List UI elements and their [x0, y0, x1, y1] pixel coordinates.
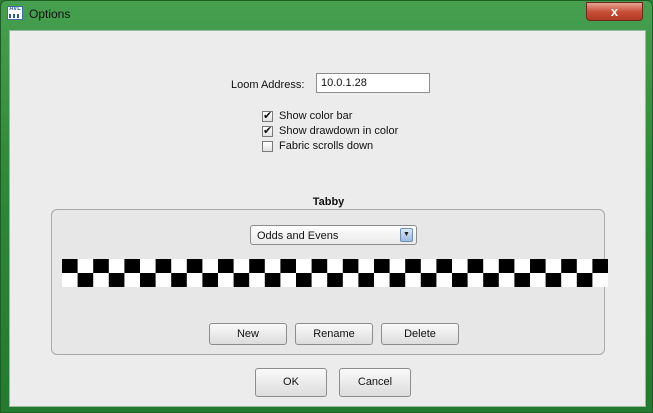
- tabby-cell: [436, 259, 452, 273]
- tabby-cell: [358, 273, 374, 287]
- fabric-scrolls-down-option[interactable]: Fabric scrolls down: [262, 139, 373, 153]
- tabby-cell: [545, 273, 562, 287]
- tabby-cell: [514, 273, 530, 287]
- tabby-cell: [108, 273, 125, 287]
- tabby-cell: [218, 259, 234, 273]
- title-bar[interactable]: AVL Options x: [1, 1, 652, 27]
- tabby-cell: [342, 259, 359, 273]
- tabby-select-value: Odds and Evens: [257, 230, 339, 242]
- app-icon: AVL: [7, 6, 23, 20]
- tabby-cell: [249, 259, 265, 273]
- tabby-cell: [311, 259, 328, 273]
- close-button[interactable]: x: [586, 2, 643, 21]
- ok-button[interactable]: OK: [255, 368, 327, 397]
- close-icon: x: [610, 4, 619, 19]
- loom-address-input[interactable]: [316, 73, 430, 93]
- show-drawdown-color-label: Show drawdown in color: [279, 125, 399, 137]
- tabby-cell: [124, 259, 140, 273]
- tabby-cell: [233, 273, 250, 287]
- tabby-cell: [155, 259, 172, 273]
- tabby-cell: [374, 259, 390, 273]
- show-color-bar-label: Show color bar: [279, 110, 353, 122]
- tabby-cell: [186, 259, 203, 273]
- tabby-cell: [483, 273, 499, 287]
- cancel-button[interactable]: Cancel: [339, 368, 411, 397]
- tabby-select[interactable]: Odds and Evens ▼: [250, 225, 417, 245]
- tabby-cell: [327, 273, 343, 287]
- tabby-title: Tabby: [312, 196, 345, 208]
- tabby-cell: [405, 259, 421, 273]
- tabby-cell: [171, 273, 187, 287]
- tabby-cell: [592, 259, 608, 273]
- tabby-cell: [561, 259, 577, 273]
- window-title: Options: [29, 7, 71, 21]
- tabby-cell: [296, 273, 312, 287]
- tabby-cell: [93, 259, 109, 273]
- delete-button[interactable]: Delete: [381, 323, 459, 345]
- tabby-cell: [452, 273, 468, 287]
- app-icon-text: AVL: [9, 6, 21, 12]
- tabby-cell: [280, 259, 296, 273]
- dialog-content: Loom Address: Show color bar Show drawdo…: [9, 30, 646, 407]
- show-color-bar-checkbox[interactable]: [262, 109, 273, 122]
- tabby-cell: [140, 273, 156, 287]
- tabby-cell: [467, 259, 484, 273]
- loom-address-label: Loom Address:: [231, 79, 305, 91]
- tabby-panel: Odds and Evens ▼ New Rename Delete: [51, 209, 608, 355]
- tabby-cell: [530, 259, 546, 273]
- tabby-cell: [420, 273, 437, 287]
- fabric-scrolls-down-label: Fabric scrolls down: [279, 140, 374, 152]
- fabric-scrolls-down-checkbox[interactable]: [262, 140, 273, 152]
- tabby-pattern: [62, 259, 608, 287]
- show-drawdown-color-checkbox[interactable]: [262, 124, 273, 137]
- tabby-cell: [576, 273, 593, 287]
- dropdown-arrow-icon[interactable]: ▼: [400, 228, 413, 242]
- rename-button[interactable]: Rename: [295, 323, 373, 345]
- tabby-cell: [62, 259, 78, 273]
- show-color-bar-option[interactable]: Show color bar: [262, 109, 352, 123]
- show-drawdown-color-option[interactable]: Show drawdown in color: [262, 124, 398, 138]
- new-button[interactable]: New: [209, 323, 287, 345]
- tabby-cell: [264, 273, 281, 287]
- tabby-cell: [498, 259, 515, 273]
- tabby-cell: [389, 273, 406, 287]
- tabby-cell: [77, 273, 94, 287]
- options-window: AVL Options x Loom Address: Show color b…: [0, 0, 653, 413]
- tabby-cell: [202, 273, 218, 287]
